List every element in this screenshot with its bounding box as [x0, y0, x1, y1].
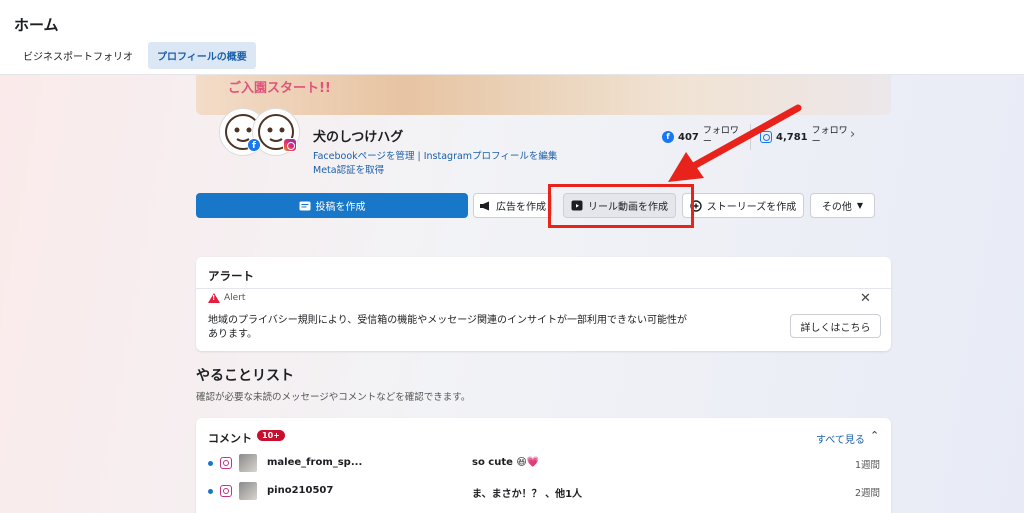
post-icon	[299, 201, 310, 210]
comments-card: コメント 10+ すべて見る ⌃ malee_from_sp... so cut…	[196, 418, 891, 513]
comment-text: ま、まさか！？ 、他1人	[472, 489, 583, 500]
create-post-button[interactable]: 投稿を作成	[196, 193, 468, 218]
instagram-follower-count: 4,781	[776, 131, 808, 143]
facebook-follower-stat[interactable]: f 407 フォロワー	[662, 126, 741, 148]
tab-profile-overview[interactable]: プロフィールの概要	[148, 42, 256, 69]
comment-count-badge: 10+	[257, 430, 285, 441]
create-post-label: 投稿を作成	[315, 202, 366, 213]
unread-dot-icon	[208, 461, 213, 466]
alert-card: アラート ! Alert ✕ 地域のプライバシー規則により、受信箱の機能やメッセ…	[196, 257, 891, 351]
instagram-icon	[220, 457, 232, 469]
instagram-follower-stat[interactable]: 4,781 フォロワー	[760, 126, 850, 148]
facebook-follower-count: 407	[678, 131, 699, 143]
instagram-icon	[220, 485, 232, 497]
facebook-icon: f	[662, 131, 674, 143]
unread-dot-icon	[208, 489, 213, 494]
link-separator: |	[417, 151, 421, 162]
tab-business-portfolio[interactable]: ビジネスポートフォリオ	[14, 42, 142, 69]
cover-image: ご入園スタート!!	[196, 75, 891, 115]
caret-down-icon: ▼	[856, 201, 864, 210]
see-all-link[interactable]: すべて見る	[816, 431, 865, 446]
profile-links: Facebookページを管理 | Instagramプロフィールを編集 Meta…	[313, 150, 557, 178]
warning-icon-mark: !	[212, 294, 216, 302]
learn-more-button[interactable]: 詳しくはこちら	[790, 314, 881, 338]
more-label: その他	[821, 202, 852, 213]
page-title: ホーム	[14, 16, 59, 34]
chevron-right-icon[interactable]: ›	[850, 127, 855, 142]
tab-bar: ビジネスポートフォリオ プロフィールの概要	[14, 42, 256, 69]
chevron-up-icon[interactable]: ⌃	[870, 429, 879, 442]
instagram-badge-icon	[283, 138, 297, 152]
more-button[interactable]: その他 ▼	[810, 193, 875, 218]
close-icon[interactable]: ✕	[860, 291, 871, 306]
top-bar: ホーム ビジネスポートフォリオ プロフィールの概要	[0, 0, 1024, 75]
instagram-icon	[760, 131, 772, 143]
comment-row[interactable]: pino210507 ま、まさか！？ 、他1人 2週間	[196, 481, 891, 503]
create-story-button[interactable]: ストーリーズを作成	[682, 193, 804, 218]
instagram-follower-label: フォロワー	[811, 126, 848, 147]
megaphone-icon	[480, 201, 489, 210]
stat-divider	[750, 124, 751, 150]
comment-time: 2週間	[854, 488, 880, 499]
instagram-edit-link[interactable]: Instagramプロフィールを編集	[424, 151, 558, 162]
alert-message: 地域のプライバシー規則により、受信箱の機能やメッセージ関連のインサイトが一部利用…	[208, 315, 687, 340]
post-thumbnail	[239, 454, 257, 472]
create-ad-label: 広告を作成	[496, 202, 546, 213]
divider	[196, 288, 891, 289]
create-story-label: ストーリーズを作成	[706, 202, 797, 213]
facebook-manage-link[interactable]: Facebookページを管理	[313, 151, 414, 162]
create-ad-button[interactable]: 広告を作成	[473, 193, 552, 218]
facebook-follower-label: フォロワー	[702, 126, 739, 147]
todo-subtitle: 確認が必要な未読のメッセージやコメントなどを確認できます。	[196, 392, 471, 403]
comment-username: pino210507	[267, 485, 334, 496]
profile-name: 犬のしつけハグ	[313, 130, 404, 145]
cover-text: ご入園スタート!!	[228, 81, 331, 96]
alert-card-title: アラート	[208, 269, 254, 283]
meta-verified-link[interactable]: Meta認証を取得	[313, 165, 384, 176]
comment-text: so cute 😆💗	[472, 457, 540, 468]
post-thumbnail	[239, 482, 257, 500]
comment-row[interactable]: malee_from_sp... so cute 😆💗 1週間	[196, 453, 891, 475]
alert-label: Alert	[224, 293, 246, 303]
facebook-badge-icon: f	[247, 138, 261, 152]
comments-title: コメント	[208, 432, 252, 445]
annotation-highlight-box	[548, 184, 694, 228]
comment-time: 1週間	[854, 460, 880, 471]
todo-title: やることリスト	[196, 368, 294, 384]
comment-username: malee_from_sp...	[267, 457, 363, 468]
